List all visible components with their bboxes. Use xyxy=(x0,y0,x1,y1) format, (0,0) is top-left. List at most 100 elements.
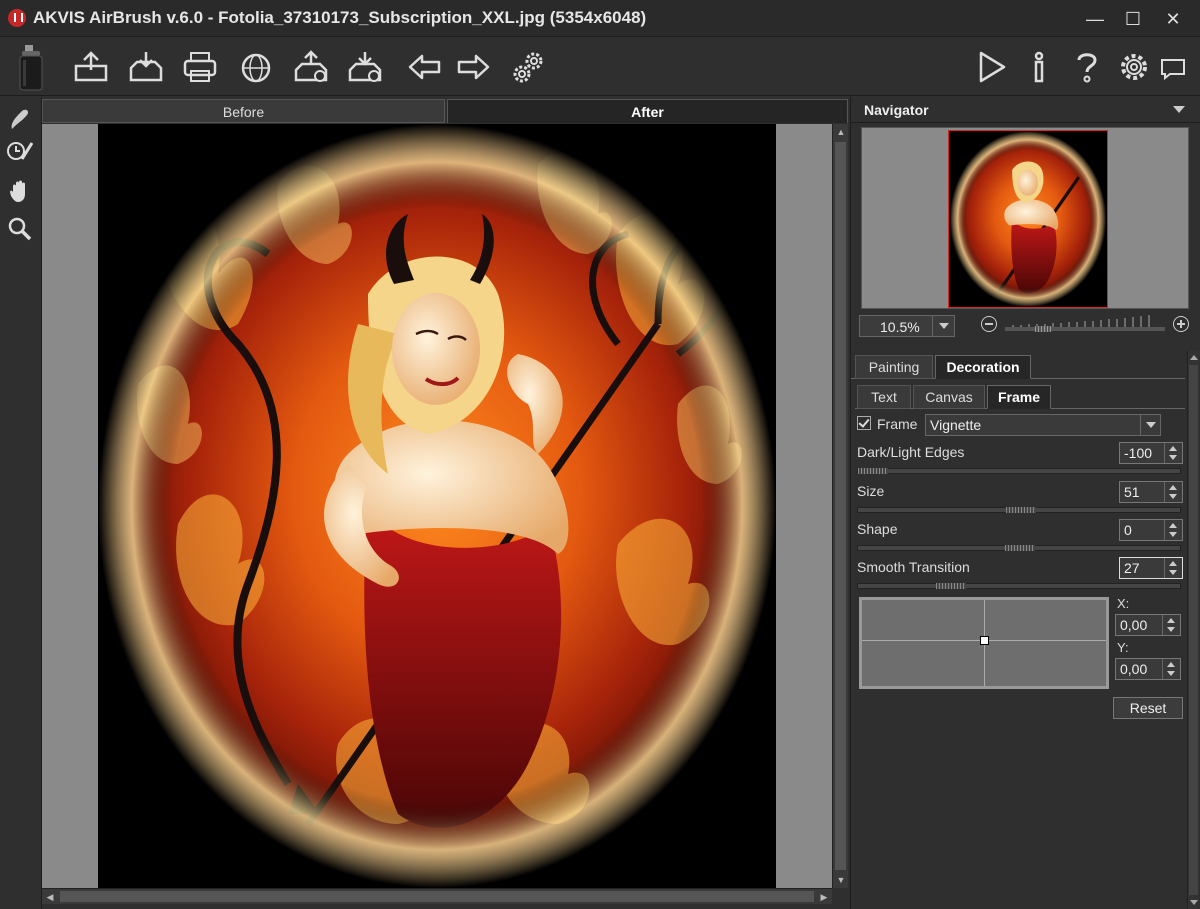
horizontal-scroll-thumb[interactable] xyxy=(60,891,814,902)
size-stepper-icon[interactable] xyxy=(1164,482,1182,502)
shape-input[interactable]: 0 xyxy=(1119,519,1183,541)
zoom-tool[interactable] xyxy=(6,215,34,243)
hand-icon xyxy=(10,180,25,202)
main-toolbar xyxy=(0,38,1200,96)
zoom-in-icon[interactable] xyxy=(1173,316,1189,332)
frame-type-select[interactable]: Vignette xyxy=(925,414,1161,436)
scroll-down-icon[interactable]: ▼ xyxy=(833,872,849,888)
close-button[interactable]: ✕ xyxy=(1158,8,1188,30)
navigator-thumbnail[interactable] xyxy=(948,130,1108,308)
maximize-button[interactable]: ☐ xyxy=(1118,8,1148,30)
navigator-collapse-icon[interactable] xyxy=(1173,106,1185,113)
run-icon xyxy=(979,51,1006,83)
zoom-select[interactable]: 10.5% xyxy=(859,315,955,337)
hints-button[interactable] xyxy=(1158,48,1188,86)
panel-scroll-thumb[interactable] xyxy=(1189,365,1198,895)
navigator-header: Navigator xyxy=(851,97,1200,123)
tab-frame[interactable]: Frame xyxy=(987,385,1051,409)
vertical-scroll-thumb[interactable] xyxy=(835,142,846,870)
navigator-thumbnail-image xyxy=(949,131,1107,307)
run-button[interactable] xyxy=(972,48,1010,86)
zoom-slider[interactable] xyxy=(1005,326,1165,332)
share-web-button[interactable] xyxy=(237,48,275,86)
horizontal-scrollbar[interactable]: ◀ ▶ xyxy=(42,888,832,904)
tab-painting[interactable]: Painting xyxy=(855,355,933,379)
tab-before[interactable]: Before xyxy=(42,99,445,123)
tab-after[interactable]: After xyxy=(447,99,848,123)
decoration-subtabs: Text Canvas Frame xyxy=(855,385,1185,409)
import-preset-button[interactable] xyxy=(346,48,384,86)
hand-tool[interactable] xyxy=(6,177,34,205)
smooth-transition-slider[interactable] xyxy=(857,583,1181,589)
scroll-left-icon[interactable]: ◀ xyxy=(42,889,58,905)
y-input[interactable]: 0,00 xyxy=(1115,658,1181,680)
presets-settings-button[interactable] xyxy=(510,48,548,86)
panel-scrollbar[interactable] xyxy=(1187,351,1199,909)
batch-button[interactable] xyxy=(292,48,330,86)
help-button[interactable] xyxy=(1068,48,1106,86)
image-canvas[interactable] xyxy=(42,124,832,888)
akvis-logo-icon xyxy=(8,9,26,27)
size-slider[interactable] xyxy=(857,507,1181,513)
shape-stepper-icon[interactable] xyxy=(1164,520,1182,540)
x-label: X: xyxy=(1117,596,1130,611)
panel-scroll-down-icon[interactable] xyxy=(1190,900,1198,905)
history-brush-tool[interactable] xyxy=(6,137,34,165)
frame-type-row: Frame Vignette xyxy=(857,414,1183,436)
shape-label: Shape xyxy=(857,521,898,537)
dark-light-stepper-icon[interactable] xyxy=(1164,443,1182,463)
open-button[interactable] xyxy=(72,48,110,86)
dark-light-input[interactable]: -100 xyxy=(1119,442,1183,464)
size-slider-knob[interactable] xyxy=(1006,507,1036,513)
smooth-transition-stepper-icon[interactable] xyxy=(1164,558,1182,578)
print-icon xyxy=(183,52,217,82)
panel-scroll-up-icon[interactable] xyxy=(1190,355,1198,360)
position-handle[interactable] xyxy=(980,636,989,645)
print-button[interactable] xyxy=(181,48,219,86)
shape-slider-knob[interactable] xyxy=(1005,545,1035,551)
smooth-transition-input[interactable]: 27 xyxy=(1119,557,1183,579)
frame-type-dropdown-icon[interactable] xyxy=(1140,415,1160,435)
info-button[interactable] xyxy=(1020,48,1058,86)
zoom-dropdown-icon[interactable] xyxy=(932,316,954,336)
settings-panel: Navigator 10.5% Painting Decoration Text… xyxy=(850,97,1200,909)
dark-light-label: Dark/Light Edges xyxy=(857,444,965,460)
reset-button[interactable]: Reset xyxy=(1113,697,1183,719)
settings-gears-icon xyxy=(513,52,543,83)
y-stepper-icon[interactable] xyxy=(1162,659,1180,679)
x-input[interactable]: 0,00 xyxy=(1115,614,1181,636)
history-brush-icon xyxy=(7,142,34,160)
frame-position-pad[interactable] xyxy=(859,597,1109,689)
dark-light-slider[interactable] xyxy=(857,468,1181,474)
frame-checkbox[interactable] xyxy=(857,416,871,430)
view-tabs: Before After xyxy=(42,99,848,123)
scroll-right-icon[interactable]: ▶ xyxy=(816,889,832,905)
smooth-transition-slider-knob[interactable] xyxy=(936,583,966,589)
navigator-preview[interactable] xyxy=(861,127,1189,309)
x-stepper-icon[interactable] xyxy=(1162,615,1180,635)
scroll-up-icon[interactable]: ▲ xyxy=(833,124,849,140)
preferences-icon xyxy=(1121,54,1147,80)
shape-row: Shape 0 xyxy=(857,519,1183,541)
dark-light-slider-knob[interactable] xyxy=(858,468,888,474)
undo-button[interactable] xyxy=(406,48,444,86)
save-button[interactable] xyxy=(127,48,165,86)
open-icon xyxy=(74,51,108,82)
size-input[interactable]: 51 xyxy=(1119,481,1183,503)
zoom-slider-knob[interactable] xyxy=(1035,326,1051,332)
redo-button[interactable] xyxy=(454,48,492,86)
tool-strip xyxy=(0,97,42,909)
shape-slider[interactable] xyxy=(857,545,1181,551)
zoom-out-icon[interactable] xyxy=(981,316,997,332)
app-window: AKVIS AirBrush v.6.0 - Fotolia_37310173_… xyxy=(0,0,1200,909)
tab-decoration[interactable]: Decoration xyxy=(935,355,1031,379)
help-icon xyxy=(1077,53,1097,83)
zoom-slider-ticks xyxy=(1012,315,1150,327)
vertical-scrollbar[interactable]: ▲ ▼ xyxy=(832,124,848,888)
airbrush-tool[interactable] xyxy=(6,105,34,133)
tab-text[interactable]: Text xyxy=(857,385,911,409)
minimize-button[interactable]: — xyxy=(1080,8,1110,30)
tab-canvas[interactable]: Canvas xyxy=(913,385,985,409)
info-icon xyxy=(1034,51,1044,83)
preferences-button[interactable] xyxy=(1115,48,1153,86)
